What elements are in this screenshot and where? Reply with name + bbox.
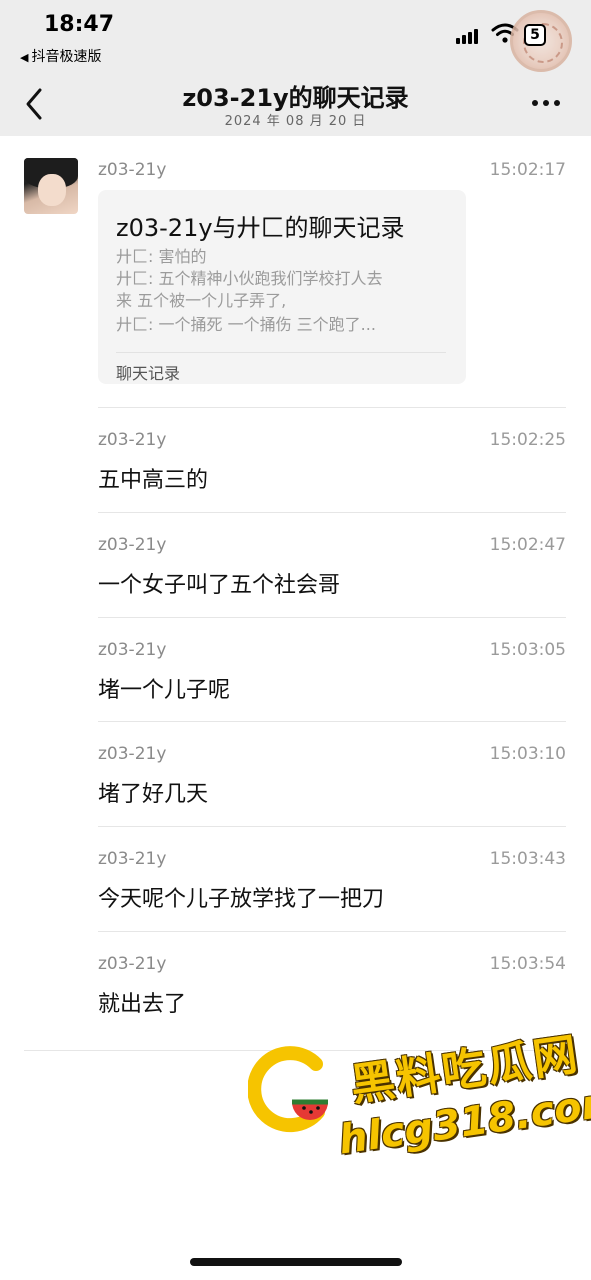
chat-record-card[interactable]: z03-21y与廾匚的聊天记录 廾匚: 害怕的 廾匚: 五个精神小伙跑我们学校打… — [98, 190, 466, 384]
card-footer-label: 聊天记录 — [116, 364, 181, 383]
message-sender: z03-21y — [98, 535, 167, 555]
message-text: 就出去了 — [98, 992, 187, 1017]
message-divider — [98, 617, 566, 618]
message-sender: z03-21y — [98, 640, 167, 660]
message-time: 15:03:43 — [489, 849, 566, 869]
message-text: 今天呢个儿子放学找了一把刀 — [98, 887, 385, 912]
message-sender: z03-21y — [98, 849, 167, 869]
status-time: 18:47 — [44, 12, 115, 37]
message-divider — [98, 826, 566, 827]
message-sender: z03-21y — [98, 160, 167, 180]
message-sender: z03-21y — [98, 954, 167, 974]
card-preview-line: 廾匚: 害怕的 — [116, 247, 207, 266]
message-text: 一个女子叫了五个社会哥 — [98, 573, 341, 598]
back-triangle-icon: ◀ — [20, 51, 29, 64]
message-time: 15:03:10 — [489, 744, 566, 764]
message-time: 15:02:17 — [489, 160, 566, 180]
watermark-logo-icon — [248, 1046, 328, 1133]
cellular-signal-icon — [456, 26, 486, 44]
avatar[interactable] — [24, 158, 78, 214]
message-text: 堵一个儿子呢 — [98, 678, 231, 703]
message-time: 15:03:54 — [489, 954, 566, 974]
home-indicator[interactable] — [190, 1258, 402, 1266]
message-sender: z03-21y — [98, 430, 167, 450]
message-text: 堵了好几天 — [98, 782, 209, 807]
card-preview-line: 来 五个被一个儿子弄了, — [116, 291, 287, 310]
more-options-icon[interactable] — [528, 90, 564, 114]
message-text: 五中高三的 — [98, 468, 209, 493]
card-preview-line: 廾匚: 五个精神小伙跑我们学校打人去 — [116, 269, 383, 288]
battery-badge: 5 — [524, 24, 546, 46]
message-divider — [98, 931, 566, 932]
page-subtitle-date: 2024 年 08 月 20 日 — [224, 114, 367, 129]
message-time: 15:02:25 — [489, 430, 566, 450]
message-time: 15:03:05 — [489, 640, 566, 660]
page-title: z03-21y的聊天记录 — [182, 84, 409, 112]
message-divider — [98, 407, 566, 408]
back-to-app-link[interactable]: ◀ 抖音极速版 — [20, 46, 101, 66]
message-divider — [98, 512, 566, 513]
message-sender: z03-21y — [98, 744, 167, 764]
card-preview-line: 廾匚: 一个捅死 一个捅伤 三个跑了... — [116, 315, 376, 334]
message-time: 15:02:47 — [489, 535, 566, 555]
back-app-label: 抖音极速版 — [31, 49, 102, 65]
top-bar: 18:47 ◀ 抖音极速版 5 z03-21y的聊天记录 2024 年 08 月 … — [0, 0, 591, 136]
card-title: z03-21y与廾匚的聊天记录 — [116, 214, 405, 242]
card-divider — [116, 352, 446, 353]
message-divider — [98, 721, 566, 722]
